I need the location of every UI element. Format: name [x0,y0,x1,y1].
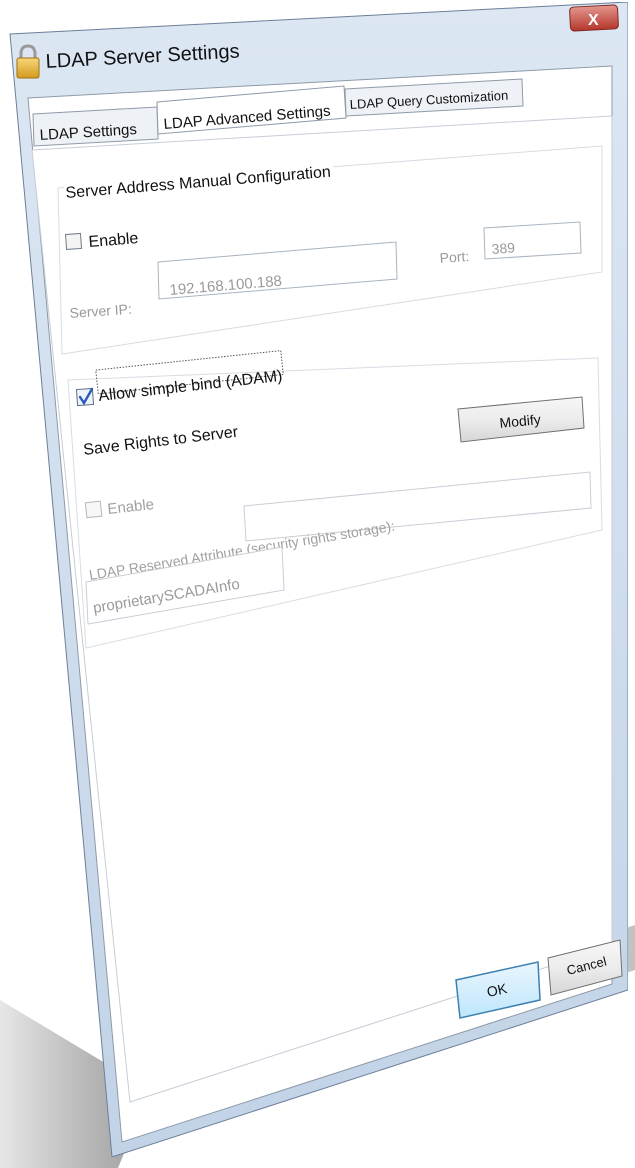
server-address-enable-checkbox[interactable]: Enable [64,230,140,251]
svg-text:389: 389 [491,239,516,257]
tab-ldap-settings[interactable]: LDAP Settings [32,106,159,147]
port-label: Port: [439,248,470,266]
port-input[interactable]: 389 [483,221,582,260]
close-icon: X [588,12,599,29]
ldap-server-settings-dialog: LDAP Server Settings X LDAP Settings LDA… [8,1,629,1158]
close-button[interactable]: X [569,4,619,32]
